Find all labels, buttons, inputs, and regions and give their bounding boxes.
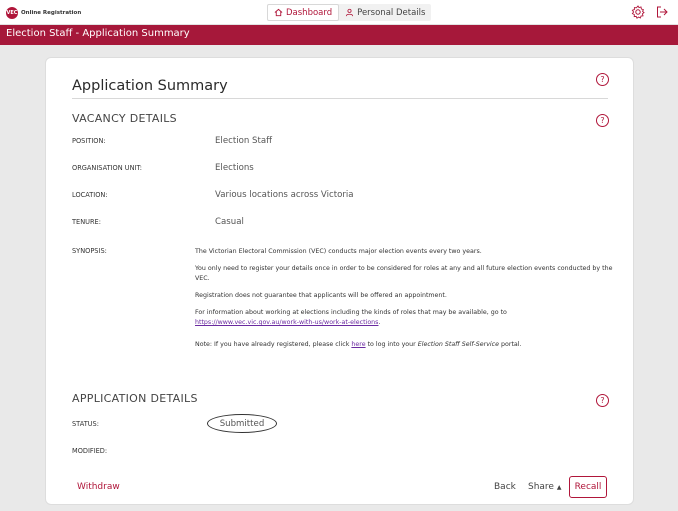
share-button[interactable]: Share ▲ [528,482,561,492]
app-name: Online Registration [21,10,82,16]
work-at-elections-link[interactable]: https://www.vec.vic.gov.au/work-with-us/… [195,319,378,326]
nav-dashboard-label: Dashboard [286,7,333,18]
page-title: Application Summary [72,78,228,94]
help-icon[interactable]: ? [596,394,609,407]
organisation-unit-label: ORGANISATION UNIT: [72,164,142,172]
position-value: Election Staff [215,136,273,146]
top-nav: Dashboard Personal Details [267,4,432,21]
home-icon [274,8,283,17]
page-title-bar: Election Staff - Application Summary [0,25,678,45]
tenure-label: TENURE: [72,218,101,226]
caret-up-icon: ▲ [556,484,562,491]
back-button[interactable]: Back [494,482,516,492]
organisation-unit-value: Elections [215,163,254,173]
help-icon[interactable]: ? [596,114,609,127]
withdraw-button[interactable]: Withdraw [77,482,120,492]
vec-logo-mark: VEC [6,7,18,19]
status-label: STATUS: [72,420,99,428]
nav-dashboard-button[interactable]: Dashboard [267,4,340,21]
application-summary-card: Application Summary ? VACANCY DETAILS ? … [45,57,634,505]
synopsis-paragraph: The Victorian Electoral Commission (VEC)… [195,248,482,255]
synopsis-paragraph: For information about working at electio… [195,308,615,328]
location-label: LOCATION: [72,191,108,199]
synopsis-text-span: For information about working at electio… [195,309,507,316]
synopsis-text-span: . [378,319,381,326]
share-label: Share [528,482,554,492]
synopsis-paragraph: Registration does not guarantee that app… [195,292,447,299]
here-link[interactable]: here [351,341,365,348]
synopsis-label: SYNOPSIS: [72,247,107,255]
portal-name: Election Staff Self-Service [417,341,500,348]
gear-icon[interactable] [631,5,645,19]
tenure-value: Casual [215,217,244,227]
synopsis-text-span: portal. [499,341,522,348]
synopsis-paragraph: Note: If you have already registered, pl… [195,340,615,350]
modified-label: MODIFIED: [72,447,108,455]
help-icon[interactable]: ? [596,73,609,86]
synopsis-text: The Victorian Electoral Commission (VEC)… [195,247,615,357]
location-value: Various locations across Victoria [215,190,354,200]
logout-icon[interactable] [655,5,669,19]
synopsis-paragraph: You only need to register your details o… [195,265,613,282]
top-bar: VEC Online Registration Dashboard Person… [0,0,678,25]
synopsis-text-span: Note: If you have already registered, pl… [195,341,352,348]
nav-personal-details-button[interactable]: Personal Details [339,4,431,21]
app-logo[interactable]: VEC Online Registration [6,7,81,19]
nav-personal-details-label: Personal Details [357,7,426,18]
synopsis-text-span: to log into your [365,341,418,348]
person-icon [346,8,354,17]
position-label: POSITION: [72,137,106,145]
vacancy-details-heading: VACANCY DETAILS [72,112,177,125]
application-details-heading: APPLICATION DETAILS [72,392,198,405]
status-badge: Submitted [207,414,277,433]
title-divider [72,98,608,99]
recall-button[interactable]: Recall [569,476,607,498]
